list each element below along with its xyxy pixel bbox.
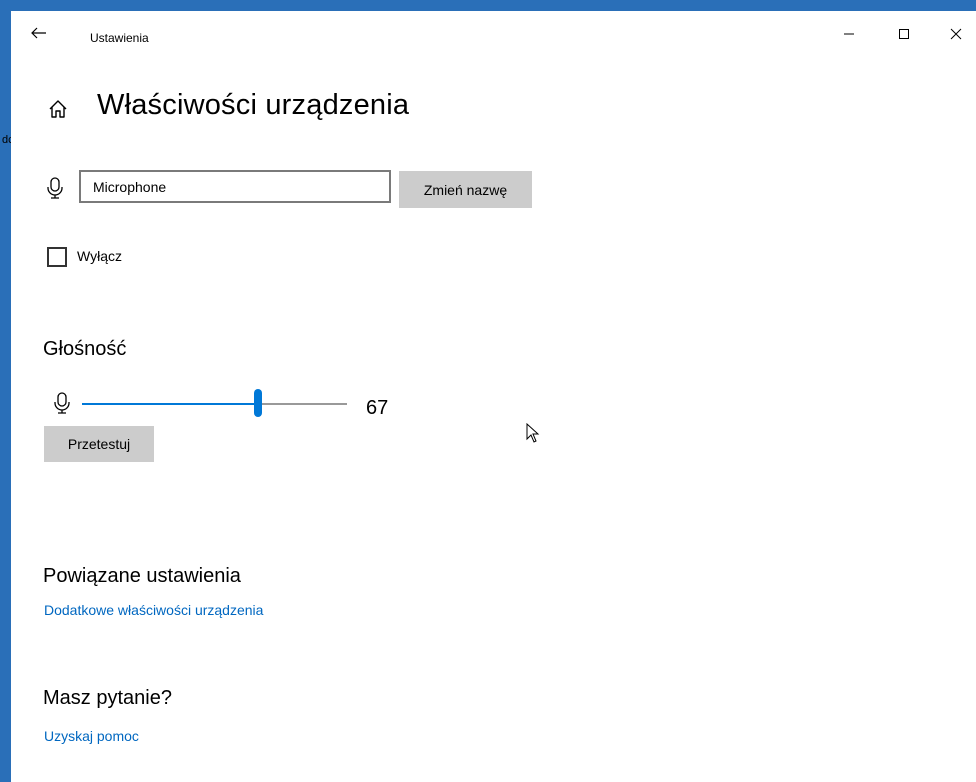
minimize-icon [844, 33, 854, 35]
device-name-value: Microphone [93, 178, 167, 195]
volume-slider-thumb[interactable] [254, 389, 262, 417]
get-help-link[interactable]: Uzyskaj pomoc [44, 728, 139, 744]
title-bar: Ustawienia [11, 11, 976, 53]
app-title: Ustawienia [90, 31, 149, 45]
additional-device-properties-link[interactable]: Dodatkowe właściwości urządzenia [44, 602, 263, 618]
back-arrow-icon [31, 27, 46, 39]
volume-slider-fill [82, 403, 258, 405]
disable-checkbox[interactable] [47, 247, 67, 267]
microphone-icon [47, 177, 63, 199]
home-icon[interactable] [47, 98, 69, 120]
volume-slider-track [258, 403, 347, 405]
test-button[interactable]: Przetestuj [44, 426, 154, 462]
page-title: Właściwości urządzenia [97, 89, 410, 121]
close-button[interactable] [936, 19, 976, 49]
back-button[interactable] [25, 21, 53, 45]
help-heading: Masz pytanie? [43, 687, 172, 709]
maximize-icon [899, 29, 909, 39]
rename-button[interactable]: Zmień nazwę [399, 171, 532, 208]
maximize-button[interactable] [884, 19, 924, 49]
related-settings-heading: Powiązane ustawienia [43, 565, 241, 587]
mouse-cursor-icon [526, 423, 540, 443]
settings-window: Ustawienia Właściwości urządzenia Microp… [11, 11, 976, 782]
volume-microphone-icon [54, 392, 70, 414]
volume-value: 67 [366, 397, 389, 419]
disable-checkbox-label[interactable]: Wyłącz [77, 248, 122, 264]
volume-heading: Głośność [43, 338, 127, 360]
device-name-input[interactable]: Microphone [79, 170, 391, 203]
close-icon [950, 28, 962, 40]
minimize-button[interactable] [829, 19, 869, 49]
